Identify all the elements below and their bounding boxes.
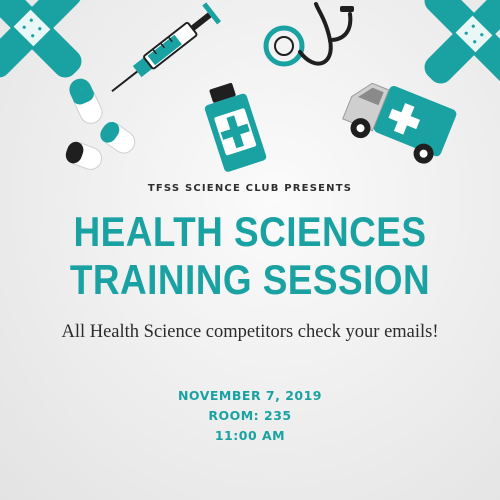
title-line-2: TRAINING SESSION (69, 256, 431, 303)
event-details: NOVEMBER 7, 2019 ROOM: 235 11:00 AM (0, 386, 500, 446)
poster-text: TFSS SCIENCE CLUB PRESENTS HEALTH SCIENC… (0, 0, 500, 500)
announcement-message: All Health Science competitors check you… (61, 322, 439, 342)
presenter-line: TFSS SCIENCE CLUB PRESENTS (147, 183, 353, 194)
title-line-1: HEALTH SCIENCES (73, 208, 427, 255)
event-room: ROOM: 235 (208, 408, 292, 423)
event-time: 11:00 AM (214, 428, 286, 443)
poster: TFSS SCIENCE CLUB PRESENTS HEALTH SCIENC… (0, 0, 500, 500)
event-date: NOVEMBER 7, 2019 (177, 388, 323, 403)
